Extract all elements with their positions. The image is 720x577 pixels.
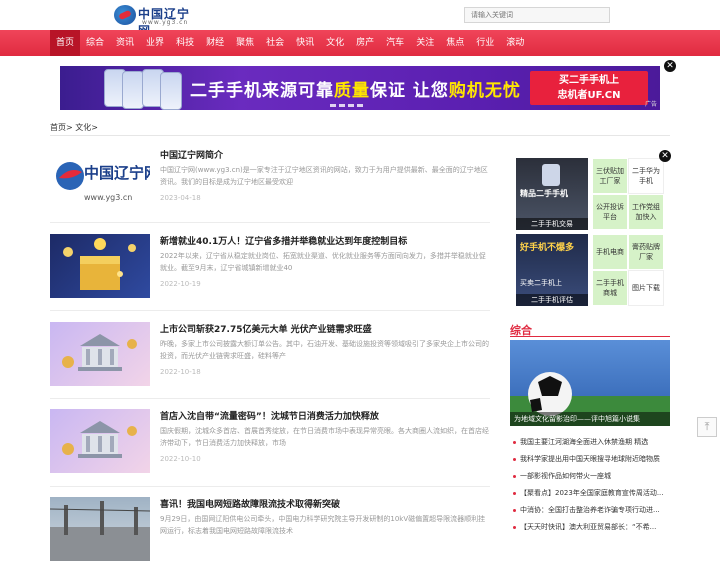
sidebar-ad-block: 精品二手手机 二手手机交易 三伏贴加工厂家 二手华为手机 公开投诉平台 工作党组… (516, 158, 670, 308)
divider (50, 310, 490, 311)
nav-item-wenhua[interactable]: 文化 (320, 30, 350, 56)
nav-item-home[interactable]: 首页 (50, 30, 81, 56)
article-thumb[interactable] (50, 322, 150, 386)
article-thumb[interactable] (50, 234, 150, 298)
article-thumb[interactable]: 中国辽宁网 www.yg3.cn (50, 148, 150, 212)
article-item: 首店入沈自带“流量密码”！沈城节日消费活力加快释放 国庆假期，沈城众多首店、首展… (50, 409, 490, 489)
nav-item-gundong[interactable]: 滚动 (500, 30, 530, 56)
banner-cta[interactable]: 买二手手机上 忠机者UF.CN (530, 71, 648, 105)
banner-phones-image (104, 69, 184, 110)
article-desc: 2022年以来，辽宁省从稳定就业岗位、拓宽就业渠道、优化就业服务等方面同向发力，… (160, 252, 486, 272)
article-date: 2022-10-18 (160, 368, 201, 376)
close-banner-icon[interactable]: ✕ (664, 60, 676, 72)
article-date: 2022-10-10 (160, 455, 201, 463)
nav-item-caijing[interactable]: 财经 (200, 30, 230, 56)
nav-item-kuaixun[interactable]: 快讯 (290, 30, 320, 56)
article-desc: 昨晚，多家上市公司披露大额订单公告。其中，石油开发、基础设施投资等领域吸引了多家… (160, 340, 489, 360)
svg-text:中国辽宁网: 中国辽宁网 (84, 164, 150, 182)
nav-item-fangchan[interactable]: 房产 (350, 30, 380, 56)
search-input[interactable] (464, 7, 610, 23)
divider (510, 336, 670, 337)
nav-item-keji[interactable]: 科技 (170, 30, 200, 56)
list-item[interactable]: 【聚看点】2023年全国家庭教育宣传周活动... (512, 485, 672, 502)
sidebar-ad-box[interactable]: 二手手机商城 (592, 270, 628, 306)
section-feature-image[interactable]: 为地域文化留影治印——评中旭篇小说集 (510, 340, 670, 426)
nav-item-hangye[interactable]: 行业 (470, 30, 500, 56)
sidebar-ad-box[interactable]: 公开投诉平台 (592, 194, 628, 230)
divider (50, 135, 670, 136)
nav-item-jiaodian[interactable]: 焦点 (440, 30, 470, 56)
breadcrumb-home[interactable]: 首页 (50, 123, 66, 132)
logo-mark-icon (114, 5, 136, 25)
close-sidebar-ad-icon[interactable]: ✕ (659, 150, 671, 162)
list-item[interactable]: 一部影视作品如何带火一座城 (512, 468, 672, 485)
sidebar-ad-box[interactable]: 三伏贴加工厂家 (592, 158, 628, 194)
article-title[interactable]: 喜讯！我国电网短路故障限流技术取得新突破 (160, 497, 490, 510)
nav-item-yejie[interactable]: 业界 (140, 30, 170, 56)
nav-item-zonghe[interactable]: 综合 (80, 30, 110, 56)
main-nav: 首页 综合 资讯 业界 科技 财经 聚焦 社会 快讯 文化 房产 汽车 关注 焦… (0, 30, 720, 56)
nav-item-shehui[interactable]: 社会 (260, 30, 290, 56)
divider (50, 486, 490, 487)
top-bar: 中国辽宁网 www.yg3.cn (0, 0, 720, 38)
article-date: 2023-04-18 (160, 194, 201, 202)
ad-tag: 广告 (644, 101, 657, 108)
article-title[interactable]: 新增就业40.1万人！辽宁省多措并举稳就业达到年度控制目标 (160, 234, 490, 247)
article-thumb[interactable] (50, 497, 150, 561)
list-item[interactable]: 中消协：全国打击整治养老诈骗专项行动进... (512, 502, 672, 519)
article-title[interactable]: 首店入沈自带“流量密码”！沈城节日消费活力加快释放 (160, 409, 490, 422)
sidebar-ad-image[interactable]: 好手机不爆多 买卖二手机上 二手手机评估 (516, 234, 588, 306)
site-logo[interactable]: 中国辽宁网 www.yg3.cn (114, 4, 194, 38)
sidebar-ad-box[interactable]: 手机电商 (592, 234, 628, 270)
list-item[interactable]: 【天天时快讯】澳大利亚贸易部长：“不希... (512, 519, 672, 536)
logo-url: www.yg3.cn (142, 19, 189, 26)
article-item: 喜讯！我国电网短路故障限流技术取得新突破 9月29日，由国网辽阳供电公司牵头，中… (50, 497, 490, 577)
section-news-list: 我国主要江河湖海全面进入休禁渔期 精选 我科学家提出用中国天眼搜寻地球附近暗物质… (512, 434, 672, 536)
breadcrumb-section[interactable]: 文化 (75, 123, 91, 132)
banner-slogan: 二手手机来源可靠质量保证 让您购机无忧 (190, 81, 521, 101)
article-item: 新增就业40.1万人！辽宁省多措并举稳就业达到年度控制目标 2022年以来，辽宁… (50, 234, 490, 314)
svg-text:www.yg3.cn: www.yg3.cn (84, 193, 132, 202)
article-item: 上市公司斩获27.75亿美元大单 光伏产业链需求旺盛 昨晚，多家上市公司披露大额… (50, 322, 490, 402)
back-to-top-icon[interactable]: ⤒ (697, 417, 717, 437)
sidebar-ad-image[interactable]: 精品二手手机 二手手机交易 (516, 158, 588, 230)
nav-item-jujiao[interactable]: 聚焦 (230, 30, 260, 56)
top-banner-ad[interactable]: 二手手机来源可靠质量保证 让您购机无忧 买二手手机上 忠机者UF.CN 广告 (60, 66, 660, 110)
article-desc: 中国辽宁网(www.yg3.cn)是一家专注于辽宁地区资讯的网站，致力于为用户提… (160, 166, 488, 186)
article-thumb[interactable] (50, 409, 150, 473)
article-item: 中国辽宁网 www.yg3.cn 中国辽宁网简介 中国辽宁网(www.yg3.c… (50, 148, 490, 228)
list-item[interactable]: 我科学家提出用中国天眼搜寻地球附近暗物质 (512, 451, 672, 468)
breadcrumb: 首页> 文化> (50, 123, 98, 132)
list-item[interactable]: 我国主要江河湖海全面进入休禁渔期 精选 (512, 434, 672, 451)
banner-pager (330, 104, 363, 107)
article-date: 2022-10-19 (160, 280, 201, 288)
article-desc: 国庆假期，沈城众多首店、首展首秀绽放，在节日消费市场中表现异常亮眼。各大商圈人流… (160, 427, 489, 447)
nav-item-qiche[interactable]: 汽车 (380, 30, 410, 56)
nav-item-guanzhu[interactable]: 关注 (410, 30, 440, 56)
article-desc: 9月29日，由国网辽阳供电公司牵头，中国电力科学研究院主导开发研制的10kV磁偏… (160, 515, 486, 535)
sidebar-ad-box[interactable]: 工作党组加快入 (628, 194, 664, 230)
sidebar-ad-box[interactable]: 膏药贴牌厂家 (628, 234, 664, 270)
divider (50, 398, 490, 399)
article-title[interactable]: 中国辽宁网简介 (160, 148, 490, 161)
article-title[interactable]: 上市公司斩获27.75亿美元大单 光伏产业链需求旺盛 (160, 322, 490, 335)
sidebar-ad-box[interactable]: 二手华为手机 (628, 158, 664, 194)
sidebar-ad-box[interactable]: 图片下载 (628, 270, 664, 306)
nav-item-zixun[interactable]: 资讯 (110, 30, 140, 56)
divider (50, 222, 490, 223)
